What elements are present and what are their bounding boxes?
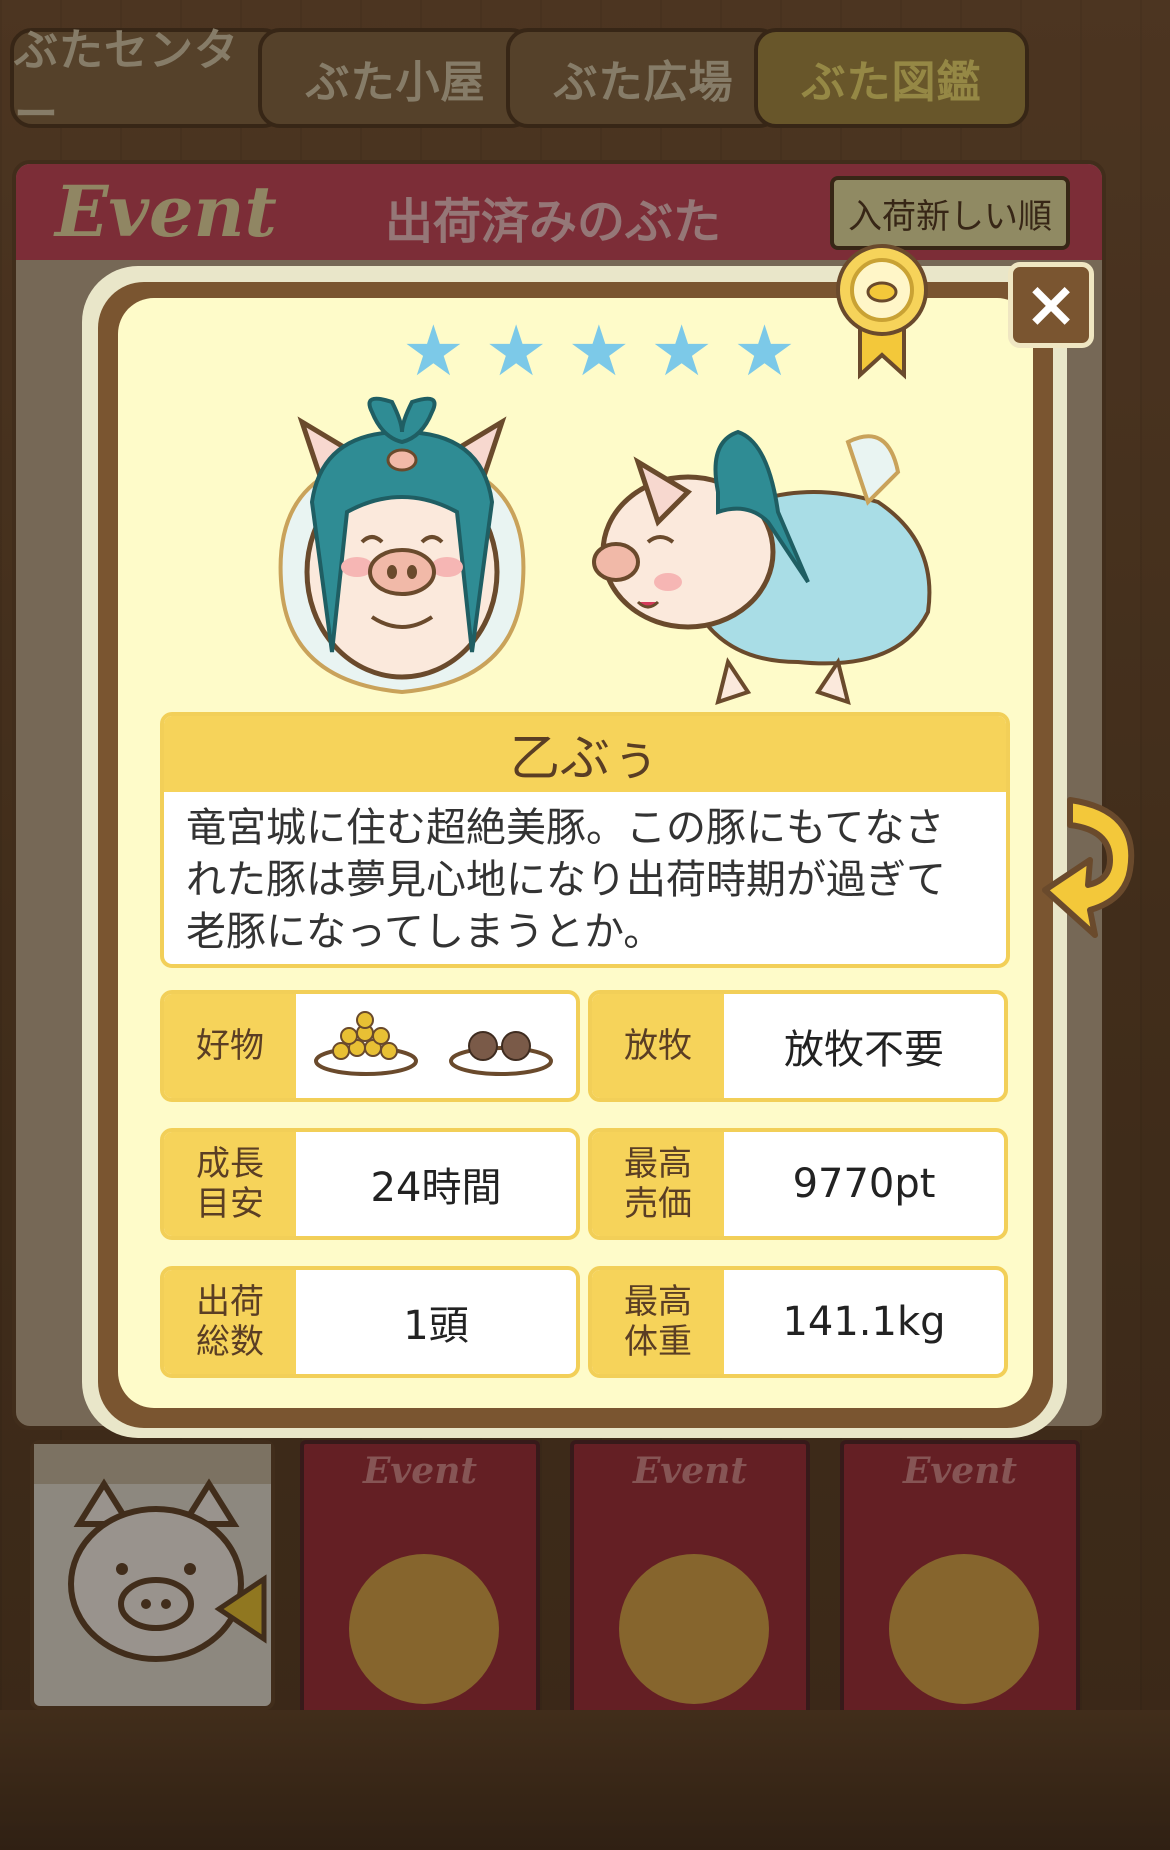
- pig-info-card: 乙ぶぅ 竜宮城に住む超絶美豚。この豚にもてなされた豚は夢見心地になり出荷時期が過…: [160, 712, 1010, 968]
- pig-side-illustration: [592, 429, 932, 706]
- stat-key: 成長 目安: [164, 1132, 296, 1236]
- close-button[interactable]: ×: [1008, 262, 1094, 348]
- meatball-plate-icon: [449, 1031, 553, 1076]
- stat-value: 9770pt: [792, 1161, 936, 1207]
- stat-growth-time: 成長 目安 24時間: [160, 1128, 580, 1240]
- stat-value: 放牧不要: [784, 1027, 944, 1073]
- stat-value: 1頭: [403, 1303, 469, 1349]
- stat-shipped-total: 出荷 総数 1頭: [160, 1266, 580, 1378]
- star-icon: ★: [567, 310, 631, 392]
- pig-front-illustration: [278, 396, 526, 695]
- star-icon: ★: [402, 310, 465, 392]
- stat-key: 最高 体重: [592, 1270, 724, 1374]
- stat-key: 出荷 総数: [164, 1270, 296, 1374]
- stat-key: 最高 売価: [592, 1132, 724, 1236]
- stat-value: 141.1kg: [782, 1299, 946, 1345]
- pig-description: 竜宮城に住む超絶美豚。この豚にもてなされた豚は夢見心地になり出荷時期が過ぎて老豚…: [186, 805, 946, 955]
- stat-max-weight: 最高 体重 141.1kg: [588, 1266, 1008, 1378]
- pig-name: 乙ぶぅ: [164, 716, 1006, 792]
- stat-favorite-food: 好物: [160, 990, 580, 1102]
- star-icon: ★: [484, 310, 548, 392]
- stat-grazing: 放牧 放牧不要: [588, 990, 1008, 1102]
- favorite-food-icons: [296, 994, 576, 1098]
- star-icon: ★: [650, 310, 714, 392]
- star-icon: ★: [733, 310, 796, 392]
- medal-icon: [836, 244, 928, 380]
- grain-plate-icon: [314, 1011, 418, 1076]
- rarity-stars: ★ ★ ★ ★ ★: [402, 316, 796, 386]
- stat-value: 24時間: [370, 1165, 502, 1211]
- stat-key: 放牧: [592, 994, 724, 1098]
- stat-key: 好物: [164, 994, 296, 1098]
- stat-max-price: 最高 売価 9770pt: [588, 1128, 1008, 1240]
- flip-arrow-icon[interactable]: [1040, 790, 1140, 940]
